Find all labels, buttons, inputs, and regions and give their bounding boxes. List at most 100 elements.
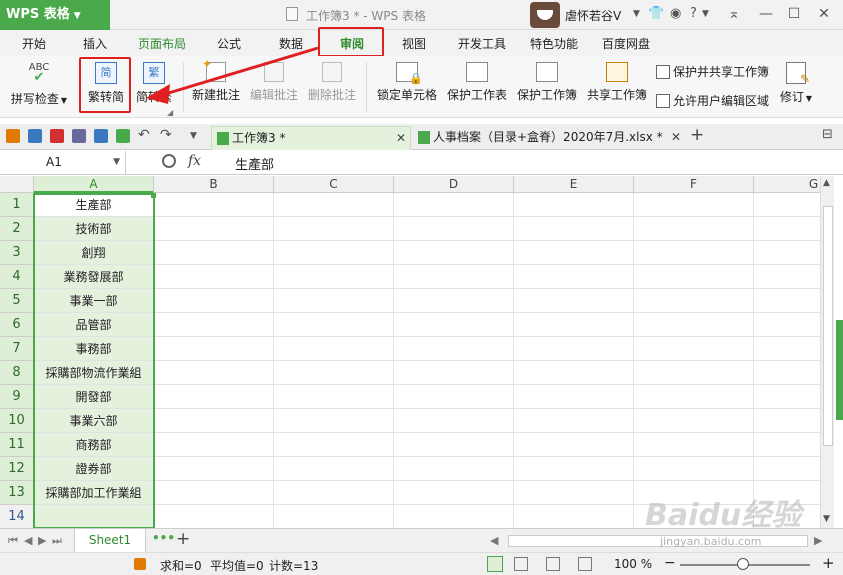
cell-a[interactable]: 生產部 (34, 193, 154, 217)
cell[interactable] (754, 241, 820, 265)
cell-a[interactable]: 事務部 (34, 337, 154, 361)
cell-a[interactable]: 品管部 (34, 313, 154, 337)
cell[interactable] (394, 289, 514, 313)
cell[interactable] (274, 481, 394, 505)
row-header[interactable]: 13 (0, 481, 34, 505)
save-icon[interactable] (28, 129, 42, 143)
zoom-level[interactable]: 100 % (614, 557, 652, 571)
tab-special-features[interactable]: 特色功能 (530, 35, 578, 52)
cell[interactable] (514, 505, 634, 528)
dialog-launcher-icon[interactable]: ◢ (167, 108, 173, 117)
simp-to-trad-button[interactable]: 繁 简转繁 (134, 62, 174, 105)
cell[interactable] (274, 361, 394, 385)
cell[interactable] (394, 361, 514, 385)
scroll-up-icon[interactable]: ▲ (823, 178, 830, 188)
cell[interactable] (154, 457, 274, 481)
cell[interactable] (754, 193, 820, 217)
zoom-search-icon[interactable] (162, 154, 176, 168)
page-break-view-icon[interactable] (546, 557, 560, 571)
cell-a[interactable]: 事業六部 (34, 409, 154, 433)
help-icon[interactable]: ? (690, 6, 697, 21)
user-name[interactable]: 虐怀若谷V (565, 7, 621, 24)
cell[interactable] (634, 433, 754, 457)
spell-check-button[interactable]: ABC ✔ 拼写检查 ▼ (8, 62, 70, 107)
more-sheets-icon[interactable]: ••• (152, 531, 175, 545)
formula-input[interactable]: 生產部 (235, 154, 274, 173)
cell[interactable] (394, 481, 514, 505)
cell[interactable] (394, 457, 514, 481)
cell[interactable] (514, 385, 634, 409)
cell[interactable] (154, 361, 274, 385)
cell[interactable] (514, 313, 634, 337)
minimize-icon[interactable]: — (756, 4, 776, 24)
cell-a[interactable]: 技術部 (34, 217, 154, 241)
cell[interactable] (634, 313, 754, 337)
cell[interactable] (154, 385, 274, 409)
cell-a[interactable]: 開發部 (34, 385, 154, 409)
cell[interactable] (634, 193, 754, 217)
format-painter-icon[interactable] (116, 129, 130, 143)
cell[interactable] (754, 361, 820, 385)
chevron-down-icon[interactable]: ▼ (190, 131, 197, 141)
cell[interactable] (634, 241, 754, 265)
row-header[interactable]: 1 (0, 193, 34, 217)
cell[interactable] (274, 313, 394, 337)
tab-insert[interactable]: 插入 (83, 35, 107, 52)
side-panel-toggle[interactable] (836, 320, 843, 420)
macro-icon[interactable] (134, 558, 146, 570)
doc-tab-active[interactable]: 工作簿3 * ✕ (211, 126, 411, 150)
cell[interactable] (514, 241, 634, 265)
tab-formulas[interactable]: 公式 (217, 35, 241, 52)
reading-mode-icon[interactable] (578, 557, 592, 571)
print-icon[interactable] (72, 129, 86, 143)
cell[interactable] (634, 385, 754, 409)
cell[interactable] (634, 337, 754, 361)
cell[interactable] (514, 409, 634, 433)
lock-cell-button[interactable]: 🔒 锁定单元格 (374, 62, 440, 103)
shirt-icon[interactable]: 👕 (648, 6, 664, 21)
open-folder-icon[interactable] (6, 129, 20, 143)
zoom-slider-knob[interactable] (737, 558, 749, 570)
cell[interactable] (754, 457, 820, 481)
row-header[interactable]: 11 (0, 433, 34, 457)
cell-a[interactable]: 採購部物流作業組 (34, 361, 154, 385)
cell-a[interactable]: 證券部 (34, 457, 154, 481)
cell[interactable] (274, 193, 394, 217)
cell[interactable] (274, 289, 394, 313)
tab-view[interactable]: 视图 (402, 35, 426, 52)
cell[interactable] (514, 337, 634, 361)
tab-baidu-netdisk[interactable]: 百度网盘 (602, 35, 650, 52)
zoom-in-icon[interactable]: + (822, 554, 835, 572)
chevron-down-icon[interactable]: ▼ (113, 151, 120, 173)
column-header-g[interactable]: G (754, 176, 820, 193)
chevron-down-icon[interactable]: ▼ (702, 9, 709, 19)
last-sheet-icon[interactable]: ⏭ (52, 534, 62, 548)
cell-a[interactable]: 採購部加工作業組 (34, 481, 154, 505)
cell[interactable] (274, 457, 394, 481)
row-header[interactable]: 4 (0, 265, 34, 289)
cell[interactable] (394, 337, 514, 361)
cell[interactable] (274, 337, 394, 361)
column-header-b[interactable]: B (154, 176, 274, 193)
share-book-button[interactable]: 共享工作簿 (585, 62, 649, 103)
cell[interactable] (154, 217, 274, 241)
cell[interactable] (274, 505, 394, 528)
column-header-f[interactable]: F (634, 176, 754, 193)
edit-comment-button[interactable]: 编辑批注 (248, 62, 300, 103)
scroll-left-icon[interactable]: ◀ (490, 534, 498, 547)
cell[interactable] (274, 433, 394, 457)
cell[interactable] (274, 409, 394, 433)
cell[interactable] (154, 265, 274, 289)
maximize-icon[interactable]: ☐ (784, 4, 804, 24)
protect-sheet-button[interactable]: 保护工作表 (445, 62, 509, 103)
cell[interactable] (154, 505, 274, 528)
row-header[interactable]: 9 (0, 385, 34, 409)
tab-home[interactable]: 开始 (22, 35, 46, 52)
cell[interactable] (634, 265, 754, 289)
cell[interactable] (634, 361, 754, 385)
cell[interactable] (634, 409, 754, 433)
cell[interactable] (394, 241, 514, 265)
cell[interactable] (394, 385, 514, 409)
row-header[interactable]: 8 (0, 361, 34, 385)
scroll-down-icon[interactable]: ▼ (823, 514, 830, 524)
